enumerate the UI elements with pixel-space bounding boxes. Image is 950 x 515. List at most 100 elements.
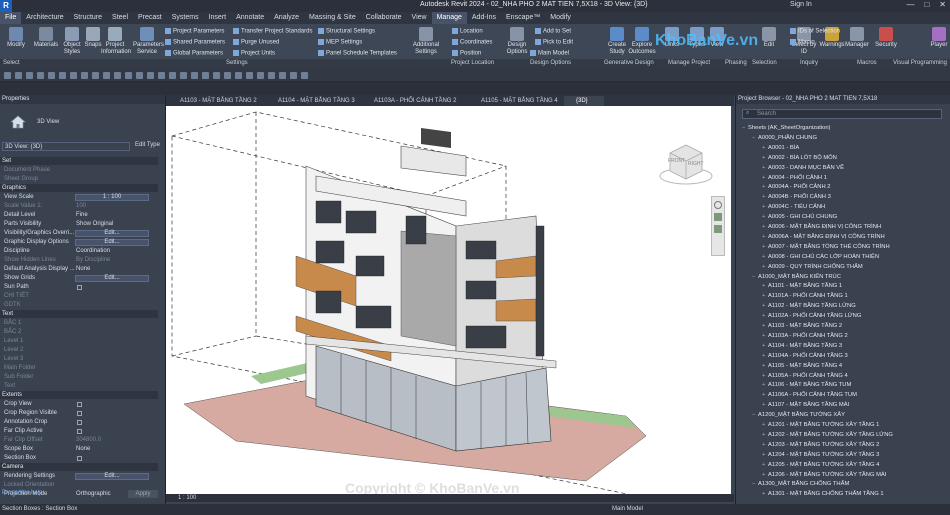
panel-label-selection[interactable]: Selection	[752, 60, 777, 66]
browser-sheet-item[interactable]: + A1105 - MẶT BẰNG TẦNG 4	[762, 363, 842, 369]
browser-sheet-item[interactable]: + A1205 - MẶT BẰNG TƯỜNG XÂY TẦNG 4	[762, 462, 879, 468]
ribbon-small-project-units[interactable]: Project Units	[233, 50, 275, 57]
toolbar-tool-icon[interactable]	[213, 72, 220, 79]
ribbon-small-transfer-project-standards[interactable]: Transfer Project Standards	[233, 28, 312, 35]
browser-sheet-item[interactable]: + A1103A - PHỐI CẢNH TẦNG 2	[762, 333, 848, 339]
ribbon-btn-edit[interactable]: Edit	[755, 27, 783, 49]
view-selector-dropdown[interactable]: 3D View: {3D}	[2, 142, 130, 151]
prop-checkbox[interactable]	[77, 402, 82, 407]
browser-sheet-item[interactable]: + A1202 - MẶT BẰNG TƯỜNG XÂY TẦNG LỬNG	[762, 432, 893, 438]
toolbar-tool-icon[interactable]	[202, 72, 209, 79]
prop-value[interactable]: Orthographic	[76, 490, 111, 499]
prop-checkbox[interactable]	[77, 456, 82, 461]
toolbar-tool-icon[interactable]	[147, 72, 154, 79]
tab-systems[interactable]: Systems	[167, 12, 204, 24]
browser-folder-item[interactable]: − A1000_MẶT BẰNG KIẾN TRÚC	[752, 274, 841, 280]
toolbar-tool-icon[interactable]	[136, 72, 143, 79]
prop-checkbox[interactable]	[77, 420, 82, 425]
tab-annotate[interactable]: Annotate	[231, 12, 269, 24]
tab-massing-site[interactable]: Massing & Site	[304, 12, 361, 24]
browser-sheet-item[interactable]: + A0002 - BÌA LÓT BỘ MÔN	[762, 155, 837, 161]
tab-collaborate[interactable]: Collaborate	[361, 12, 407, 24]
view-tab[interactable]: A1105 - MẶT BẰNG TẦNG 4	[469, 96, 562, 106]
browser-sheet-item[interactable]: + A0004A - PHỐI CẢNH 2	[762, 184, 831, 190]
browser-sheet-item[interactable]: + A1104A - PHỐI CẢNH TẦNG 3	[762, 353, 848, 359]
toolbar-tool-icon[interactable]	[279, 72, 286, 79]
browser-sheet-item[interactable]: + A1204 - MẶT BẰNG TƯỜNG XÂY TẦNG 3	[762, 452, 879, 458]
toolbar-tool-icon[interactable]	[191, 72, 198, 79]
prop-value[interactable]: 100	[76, 202, 86, 211]
toolbar-tool-icon[interactable]	[224, 72, 231, 79]
panel-label-generative-design[interactable]: Generative Design	[604, 60, 654, 66]
browser-sheet-item[interactable]: + A1102A - PHỐI CẢNH TẦNG LỬNG	[762, 313, 861, 319]
toolbar-tool-icon[interactable]	[59, 72, 66, 79]
ribbon-small-location[interactable]: Location	[452, 28, 483, 35]
ribbon-small-ids-of-selection[interactable]: IDs of Selection	[790, 28, 840, 35]
active-model[interactable]: Main Model	[612, 506, 643, 512]
panel-label-macros[interactable]: Macros	[857, 60, 877, 66]
browser-sheet-item[interactable]: + A0006A - MẶT BẰNG ĐỊNH VỊ CÔNG TRÌNH	[762, 234, 885, 240]
toolbar-tool-icon[interactable]	[26, 72, 33, 79]
prop-edit-button[interactable]: Edit...	[75, 239, 149, 246]
browser-sheet-item[interactable]: + A1104 - MẶT BẰNG TẦNG 3	[762, 343, 842, 349]
toolbar-tool-icon[interactable]	[81, 72, 88, 79]
tab-modify[interactable]: Modify	[545, 12, 576, 24]
tab-architecture[interactable]: Architecture	[21, 12, 68, 24]
prop-edit-button[interactable]: 1 : 100	[75, 194, 149, 201]
tab-precast[interactable]: Precast	[133, 12, 167, 24]
tab-enscape-[interactable]: Enscape™	[501, 12, 545, 24]
toolbar-tool-icon[interactable]	[268, 72, 275, 79]
prop-value[interactable]: 304800.0	[76, 436, 101, 445]
toolbar-tool-icon[interactable]	[92, 72, 99, 79]
browser-folder-item[interactable]: − A1300_MẶT BẰNG CHỐNG THẤM	[752, 481, 849, 487]
toolbar-tool-icon[interactable]	[4, 72, 11, 79]
prop-checkbox[interactable]	[77, 285, 82, 290]
ribbon-btn-parameters-service[interactable]: Parameters Service	[133, 27, 164, 56]
ribbon-small-project-parameters[interactable]: Project Parameters	[165, 28, 224, 35]
browser-sheet-item[interactable]: + A0003 - DANH MỤC BẢN VẼ	[762, 165, 844, 171]
browser-sheet-item[interactable]: + A1106 - MẶT BẰNG TẦNG TUM	[762, 382, 851, 388]
toolbar-tool-icon[interactable]	[246, 72, 253, 79]
panel-label-inquiry[interactable]: Inquiry	[800, 60, 818, 66]
apply-button[interactable]: Apply	[128, 490, 158, 498]
browser-sheet-item[interactable]: + A0001 - BÌA	[762, 145, 799, 151]
panel-label-settings[interactable]: Settings	[226, 60, 248, 66]
browser-sheet-item[interactable]: + A1201 - MẶT BẰNG TƯỜNG XÂY TẦNG 1	[762, 422, 879, 428]
toolbar-tool-icon[interactable]	[125, 72, 132, 79]
ribbon-small-global-parameters[interactable]: Global Parameters	[165, 50, 223, 57]
browser-sheet-item[interactable]: + A1101 - MẶT BẰNG TẦNG 1	[762, 283, 842, 289]
browser-sheet-item[interactable]: + A1301 - MẶT BẰNG CHỐNG THẤM TẦNG 1	[762, 491, 884, 497]
browser-sheet-item[interactable]: + A0007 - MẶT BẰNG TỔNG THỂ CÔNG TRÌNH	[762, 244, 890, 250]
close-icon[interactable]: ✕	[939, 0, 946, 9]
browser-sheet-item[interactable]: + A0005 - GHI CHÚ CHUNG	[762, 214, 837, 220]
zoom-icon[interactable]	[714, 213, 722, 221]
ribbon-small-main-model[interactable]: Main Model	[530, 50, 569, 57]
building-3d-view[interactable]	[166, 106, 731, 507]
toolbar-tool-icon[interactable]	[103, 72, 110, 79]
toolbar-tool-icon[interactable]	[180, 72, 187, 79]
toolbar-tool-icon[interactable]	[235, 72, 242, 79]
ribbon-small-coordinates[interactable]: Coordinates	[452, 39, 492, 46]
view-tab[interactable]: A1103 - MẶT BẰNG TẦNG 2	[168, 96, 264, 106]
ribbon-small-position[interactable]: Position	[452, 50, 481, 57]
browser-sheet-item[interactable]: + A1203 - MẶT BẰNG TƯỜNG XÂY TẦNG 2	[762, 442, 879, 448]
ribbon-btn-manager[interactable]: Manager	[843, 27, 871, 49]
toolbar-tool-icon[interactable]	[290, 72, 297, 79]
ribbon-btn-modify[interactable]: Modify	[2, 27, 30, 49]
tab-file[interactable]: File	[0, 12, 22, 24]
panel-label-phasing[interactable]: Phasing	[725, 60, 747, 66]
tab-insert[interactable]: Insert	[204, 12, 232, 24]
prop-checkbox[interactable]	[77, 429, 82, 434]
prop-value[interactable]: By Discipline	[76, 256, 110, 265]
tab-analyze[interactable]: Analyze	[269, 12, 304, 24]
ribbon-small-mep-settings[interactable]: MEP Settings	[318, 39, 362, 46]
browser-folder-item[interactable]: − Sheets (AK_SheetOrganization)	[742, 125, 831, 131]
ribbon-btn-player[interactable]: Player	[925, 27, 950, 49]
toolbar-tool-icon[interactable]	[114, 72, 121, 79]
drawing-area[interactable]: FRONT RIGHT	[166, 106, 731, 507]
browser-sheet-item[interactable]: + A0004C - TIỂU CẢNH	[762, 204, 825, 210]
browser-folder-item[interactable]: − A1200_MẶT BẰNG TƯỜNG XÂY	[752, 412, 845, 418]
ribbon-btn-security[interactable]: Security	[872, 27, 900, 49]
panel-label-select[interactable]: Select	[3, 60, 20, 66]
ribbon-small-add-to-set[interactable]: Add to Set	[535, 28, 571, 35]
